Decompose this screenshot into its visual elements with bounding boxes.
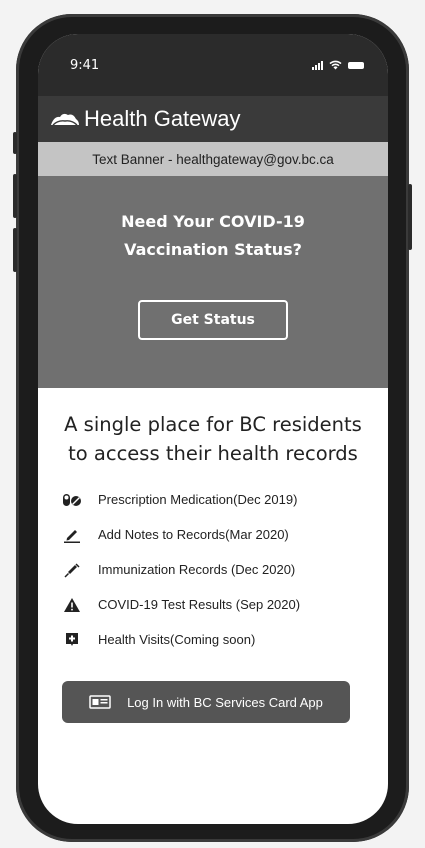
feature-label: Add Notes to Records(Mar 2020) bbox=[98, 527, 289, 542]
status-icons bbox=[312, 60, 364, 70]
volume-up-button bbox=[13, 174, 17, 218]
feature-label: COVID-19 Test Results (Sep 2020) bbox=[98, 597, 301, 612]
app-header: Health Gateway bbox=[38, 96, 388, 142]
vaccination-hero: Need Your COVID-19 Vaccination Status? G… bbox=[38, 176, 388, 388]
status-time: 9:41 bbox=[70, 57, 100, 73]
feature-item-health-visits: Health Visits(Coming soon) bbox=[62, 622, 364, 657]
wifi-icon bbox=[329, 60, 342, 70]
mute-switch bbox=[13, 132, 17, 154]
feature-item-immunizations: Immunization Records (Dec 2020) bbox=[62, 552, 364, 587]
feature-list: Prescription Medication(Dec 2019) Add No… bbox=[62, 482, 364, 657]
hero-title: Need Your COVID-19 Vaccination Status? bbox=[121, 212, 305, 259]
feature-item-prescriptions: Prescription Medication(Dec 2019) bbox=[62, 482, 364, 517]
power-button bbox=[408, 184, 412, 250]
login-bc-services-card-button[interactable]: Log In with BC Services Card App bbox=[62, 681, 350, 723]
phone-screen: 9:41 Health Gateway Text Banner - health… bbox=[38, 34, 388, 824]
id-card-icon bbox=[89, 695, 111, 709]
phone-frame: 9:41 Health Gateway Text Banner - health… bbox=[13, 14, 412, 842]
login-button-label: Log In with BC Services Card App bbox=[127, 694, 323, 710]
mountain-logo-icon bbox=[51, 113, 79, 126]
status-bar: 9:41 bbox=[38, 34, 388, 96]
banner-text: Text Banner - healthgateway@gov.bc.ca bbox=[92, 151, 334, 167]
get-status-button[interactable]: Get Status bbox=[138, 300, 288, 340]
warning-icon bbox=[62, 597, 82, 613]
pencil-icon bbox=[62, 527, 82, 543]
volume-down-button bbox=[13, 228, 17, 272]
feature-label: Prescription Medication(Dec 2019) bbox=[98, 492, 298, 507]
feature-label: Health Visits(Coming soon) bbox=[98, 632, 256, 647]
feature-item-notes: Add Notes to Records(Mar 2020) bbox=[62, 517, 364, 552]
clinic-icon bbox=[62, 632, 82, 648]
app-title: Health Gateway bbox=[84, 106, 241, 131]
pill-icon bbox=[62, 492, 82, 508]
syringe-icon bbox=[62, 562, 82, 578]
main-content: A single place for BC residents to acces… bbox=[38, 388, 388, 723]
tagline: A single place for BC residents to acces… bbox=[64, 413, 362, 465]
feature-item-covid-tests: COVID-19 Test Results (Sep 2020) bbox=[62, 587, 364, 622]
battery-icon bbox=[348, 61, 364, 69]
feature-label: Immunization Records (Dec 2020) bbox=[98, 562, 296, 577]
signal-icon bbox=[312, 60, 323, 70]
text-banner: Text Banner - healthgateway@gov.bc.ca bbox=[38, 142, 388, 176]
